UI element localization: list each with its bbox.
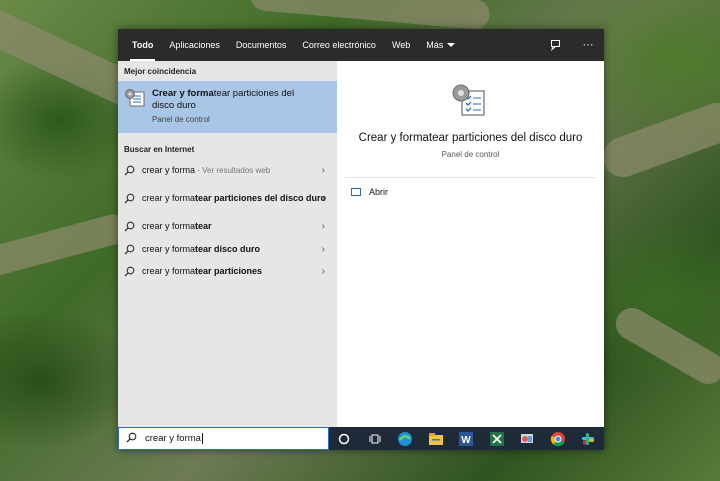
open-icon (351, 188, 361, 196)
search-panel: Todo Aplicaciones Documentos Correo elec… (118, 29, 604, 450)
results-list: Mejor coincidencia Crear y formatear par… (118, 61, 337, 450)
open-label: Abrir (369, 187, 389, 197)
tab-mas[interactable]: Más (418, 29, 463, 61)
control-panel-icon (450, 83, 486, 117)
task-view-icon[interactable] (360, 427, 391, 450)
taskbar: W (329, 427, 604, 450)
chrome-icon[interactable] (543, 427, 574, 450)
tab-aplicaciones[interactable]: Aplicaciones (161, 29, 228, 61)
best-match-subtitle: Panel de control (152, 115, 210, 124)
search-icon (126, 432, 137, 446)
control-panel-icon (124, 88, 146, 108)
control-panel-icon[interactable] (512, 427, 543, 450)
best-match-header: Mejor coincidencia (124, 67, 197, 76)
web-search-header: Buscar en Internet (124, 145, 195, 154)
preview-pane: Crear y formatear particiones del disco … (337, 61, 604, 450)
background-branch (597, 97, 720, 183)
slack-icon[interactable] (573, 427, 604, 450)
web-result-item[interactable]: crear y formatear › (118, 216, 337, 239)
web-result-item[interactable]: crear y formatear disco duro › (118, 238, 337, 261)
tab-web[interactable]: Web (384, 29, 418, 61)
web-result-item[interactable]: crear y formatear particiones del disco … (118, 182, 337, 216)
search-icon (124, 244, 136, 255)
background-branch (249, 0, 491, 31)
search-input[interactable]: crear y forma (118, 427, 329, 450)
edge-icon[interactable] (390, 427, 421, 450)
background-branch (0, 211, 132, 279)
chevron-right-icon: › (321, 193, 325, 204)
tab-todo[interactable]: Todo (124, 29, 161, 61)
cortana-icon[interactable] (329, 427, 360, 450)
file-explorer-icon[interactable] (421, 427, 452, 450)
open-action[interactable]: Abrir (351, 187, 388, 197)
preview-title: Crear y formatear particiones del disco … (358, 132, 583, 144)
best-match-item[interactable]: Crear y formatear particiones del disco … (118, 81, 337, 133)
chevron-right-icon: › (321, 164, 325, 176)
web-result-item[interactable]: crear y formatear particiones › (118, 261, 337, 284)
more-icon[interactable]: ··· (572, 29, 604, 61)
chevron-right-icon: › (321, 221, 325, 233)
tab-documentos[interactable]: Documentos (228, 29, 295, 61)
preview-subtitle: Panel de control (441, 150, 500, 159)
best-match-title: Crear y formatear particiones del disco … (152, 88, 295, 111)
excel-icon[interactable] (482, 427, 513, 450)
background-branch (610, 302, 720, 390)
text-cursor (201, 433, 203, 444)
search-icon (124, 221, 136, 232)
search-icon (124, 266, 136, 277)
chevron-right-icon: › (321, 243, 325, 255)
search-icon (124, 165, 136, 176)
chevron-down-icon (447, 43, 456, 47)
divider (345, 177, 596, 178)
search-icon (124, 193, 136, 204)
feedback-icon[interactable] (540, 29, 572, 61)
word-icon[interactable]: W (451, 427, 482, 450)
chevron-right-icon: › (321, 266, 325, 278)
svg-text:W: W (462, 435, 472, 446)
search-value: crear y forma (145, 433, 201, 444)
web-result-item[interactable]: crear y forma - Ver resultados web › (118, 159, 337, 182)
tab-correo[interactable]: Correo electrónico (294, 29, 384, 61)
search-tabs: Todo Aplicaciones Documentos Correo elec… (118, 29, 604, 61)
